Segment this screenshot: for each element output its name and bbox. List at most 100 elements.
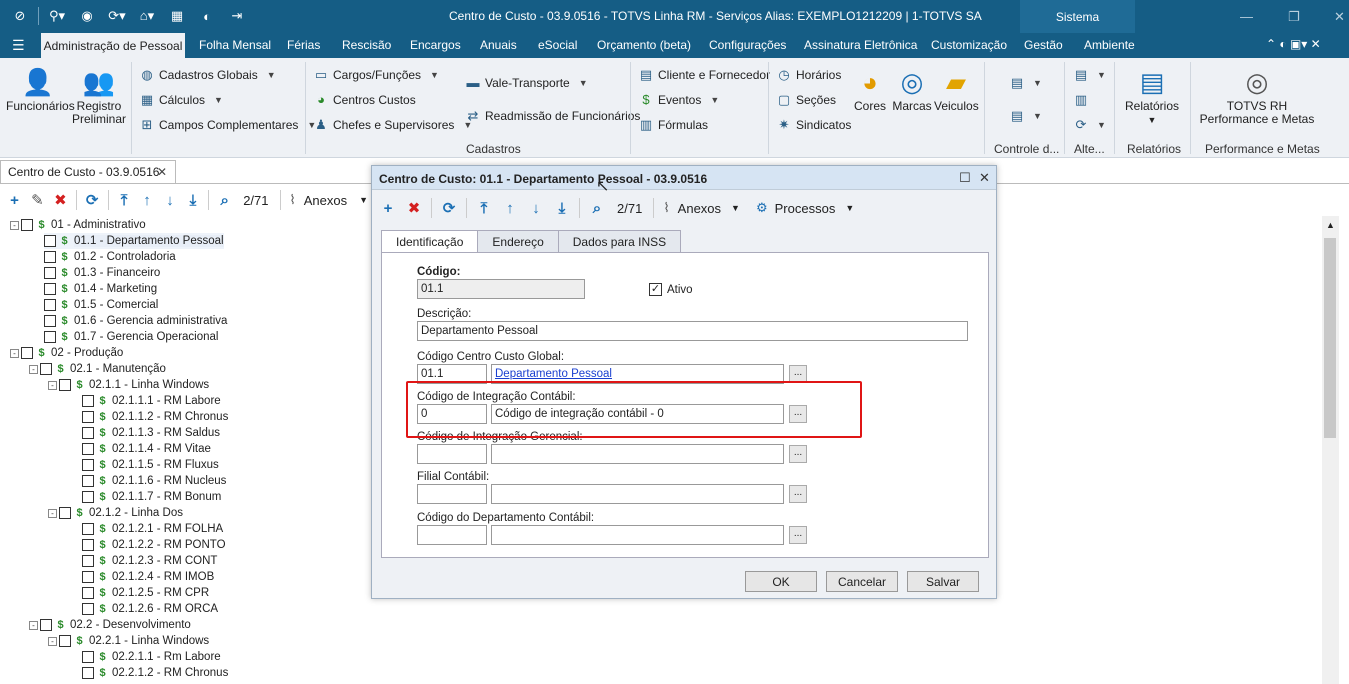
tree-checkbox[interactable] <box>21 219 33 231</box>
search-icon[interactable]: ⌕ <box>585 196 609 220</box>
next-record-icon[interactable]: ↓ <box>524 196 548 220</box>
collapse-toggle-icon[interactable]: - <box>10 220 19 230</box>
tree-item[interactable]: $02.1.2.6 - RM ORCA <box>82 601 218 617</box>
tree-checkbox[interactable] <box>82 475 94 487</box>
tree-checkbox[interactable] <box>44 331 56 343</box>
eventos-button[interactable]: $ Eventos ▼ <box>639 92 719 107</box>
tree-checkbox[interactable] <box>44 235 56 247</box>
tree-checkbox[interactable] <box>44 251 56 263</box>
close-tab-icon[interactable]: ✕ <box>157 165 167 179</box>
tree-checkbox[interactable] <box>44 283 56 295</box>
descricao-field[interactable]: Departamento Pessoal <box>417 321 968 341</box>
collapse-toggle-icon[interactable]: - <box>29 364 38 374</box>
ativo-checkbox[interactable]: ✓ <box>649 283 662 296</box>
chevron-down-icon[interactable]: ▼ <box>359 195 368 205</box>
menu-orcamento[interactable]: Orçamento (beta) <box>597 38 691 52</box>
tree-item[interactable]: $02.2.1.1 - Rm Labore <box>82 649 221 665</box>
tree-item[interactable]: $01.3 - Financeiro <box>44 265 160 281</box>
last-record-icon[interactable]: ⤓ <box>182 188 203 212</box>
calculator-icon[interactable]: ▦ <box>165 7 189 25</box>
tree-checkbox[interactable] <box>82 523 94 535</box>
tree-checkbox[interactable] <box>82 411 94 423</box>
cadastros-globais-button[interactable]: ◍ Cadastros Globais ▼ <box>140 67 275 83</box>
tree-checkbox[interactable] <box>82 667 94 679</box>
tree-checkbox[interactable] <box>21 347 33 359</box>
centros-custos-button[interactable]: ◕ Centros Custos <box>314 92 416 107</box>
formulas-button[interactable]: ▥ Fórmulas <box>639 117 708 133</box>
tree-item[interactable]: $01.4 - Marketing <box>44 281 157 297</box>
close-icon[interactable]: ✕ <box>979 170 990 186</box>
tree-checkbox[interactable] <box>59 379 71 391</box>
scrollbar-thumb[interactable] <box>1324 238 1336 438</box>
menu-gestao[interactable]: Gestão <box>1024 38 1063 52</box>
tree-item[interactable]: $02.1.2.3 - RM CONT <box>82 553 217 569</box>
edit-icon[interactable]: ✎ <box>27 188 48 212</box>
collapse-toggle-icon[interactable]: - <box>48 508 57 518</box>
tree-checkbox[interactable] <box>82 459 94 471</box>
tree-item[interactable]: $02.1.1.4 - RM Vitae <box>82 441 211 457</box>
tree-checkbox[interactable] <box>59 507 71 519</box>
refresh-icon[interactable]: ⟳▾ <box>105 7 129 25</box>
centro-custo-global-link[interactable]: Departamento Pessoal <box>495 368 612 380</box>
tree-item[interactable]: - $02.1 - Manutenção <box>29 361 166 377</box>
exit-icon[interactable]: ⇥ <box>225 7 249 25</box>
hamburger-menu-icon[interactable]: ☰ <box>12 37 25 54</box>
veiculos-button[interactable]: ▰ Veiculos <box>934 68 979 113</box>
collapse-toggle-icon[interactable]: - <box>10 348 19 358</box>
totvs-logo-icon[interactable]: ⊘ <box>8 7 32 25</box>
anexos-button[interactable]: Anexos <box>304 193 347 208</box>
alte-button-2[interactable]: ▥ <box>1074 92 1088 108</box>
chevron-down-icon[interactable]: ▼ <box>845 203 854 213</box>
tree-checkbox[interactable] <box>82 395 94 407</box>
cores-button[interactable]: ◕ Cores <box>851 68 889 113</box>
document-tab[interactable]: Centro de Custo - 03.9.0516 ✕ <box>0 160 176 183</box>
tree-item[interactable]: $02.1.1.6 - RM Nucleus <box>82 473 226 489</box>
tree-item[interactable]: - $02.2 - Desenvolvimento <box>29 617 191 633</box>
chefes-supervisores-button[interactable]: ♟ Chefes e Supervisores ▼ <box>314 117 472 133</box>
tree-checkbox[interactable] <box>82 443 94 455</box>
tree-item[interactable]: $01.7 - Gerencia Operacional <box>44 329 218 345</box>
tree-checkbox[interactable] <box>82 555 94 567</box>
integracao-gerencial-lookup-button[interactable]: ... <box>789 445 807 463</box>
anexos-button[interactable]: Anexos <box>678 201 721 216</box>
campos-complementares-button[interactable]: ⊞ Campos Complementares ▼ <box>140 117 317 133</box>
tree-item[interactable]: $02.1.2.4 - RM IMOB <box>82 569 214 585</box>
codigo-field[interactable]: 01.1 <box>417 279 585 299</box>
tree-checkbox[interactable] <box>82 491 94 503</box>
menu-administracao-pessoal[interactable]: Administração de Pessoal <box>41 33 185 58</box>
alte-button-3[interactable]: ⟳ ▼ <box>1074 117 1106 133</box>
controle-button-2[interactable]: ▤ ▼ <box>1010 108 1042 124</box>
processos-button[interactable]: Processos <box>775 201 836 216</box>
search-icon[interactable]: ⌕ <box>214 188 235 212</box>
menu-folha-mensal[interactable]: Folha Mensal <box>199 38 271 52</box>
delete-icon[interactable]: ✖ <box>402 196 426 220</box>
tree-checkbox[interactable] <box>82 539 94 551</box>
tree-checkbox[interactable] <box>82 651 94 663</box>
totvs-rh-button[interactable]: ◎ TOTVS RH Performance e Metas <box>1198 68 1316 126</box>
tree-item[interactable]: - $02.1.2 - Linha Dos <box>48 505 183 521</box>
tab-dados-inss[interactable]: Dados para INSS <box>557 230 682 252</box>
menu-encargos[interactable]: Encargos <box>410 38 461 52</box>
add-icon[interactable]: + <box>376 196 400 220</box>
system-button[interactable]: Sistema <box>1020 0 1135 33</box>
controle-button-1[interactable]: ▤ ▼ <box>1010 75 1042 91</box>
cargos-funcoes-button[interactable]: ▭ Cargos/Funções ▼ <box>314 67 439 83</box>
integracao-gerencial-code-field[interactable] <box>417 444 487 464</box>
tree-checkbox[interactable] <box>44 299 56 311</box>
marcas-button[interactable]: ◎ Marcas <box>892 68 932 113</box>
menu-anuais[interactable]: Anuais <box>480 38 517 52</box>
readmissao-button[interactable]: ⇄ Readmissão de Funcionários <box>466 108 641 124</box>
refresh-icon[interactable]: ⟳ <box>437 196 461 220</box>
first-record-icon[interactable]: ⤒ <box>114 188 135 212</box>
filial-contabil-code-field[interactable] <box>417 484 487 504</box>
close-icon[interactable]: ✕ <box>1334 9 1345 25</box>
tree-item[interactable]: $02.1.2.2 - RM PONTO <box>82 537 226 553</box>
tree-checkbox[interactable] <box>82 427 94 439</box>
tree-item[interactable]: $01.1 - Departamento Pessoal <box>44 233 224 249</box>
relatorios-button[interactable]: ▤ Relatórios ▼ <box>1122 68 1182 127</box>
add-icon[interactable]: + <box>4 188 25 212</box>
tree-checkbox[interactable] <box>82 571 94 583</box>
alte-button-1[interactable]: ▤ ▼ <box>1074 67 1106 83</box>
vertical-scrollbar[interactable]: ▲ <box>1322 216 1339 684</box>
tree-checkbox[interactable] <box>44 315 56 327</box>
